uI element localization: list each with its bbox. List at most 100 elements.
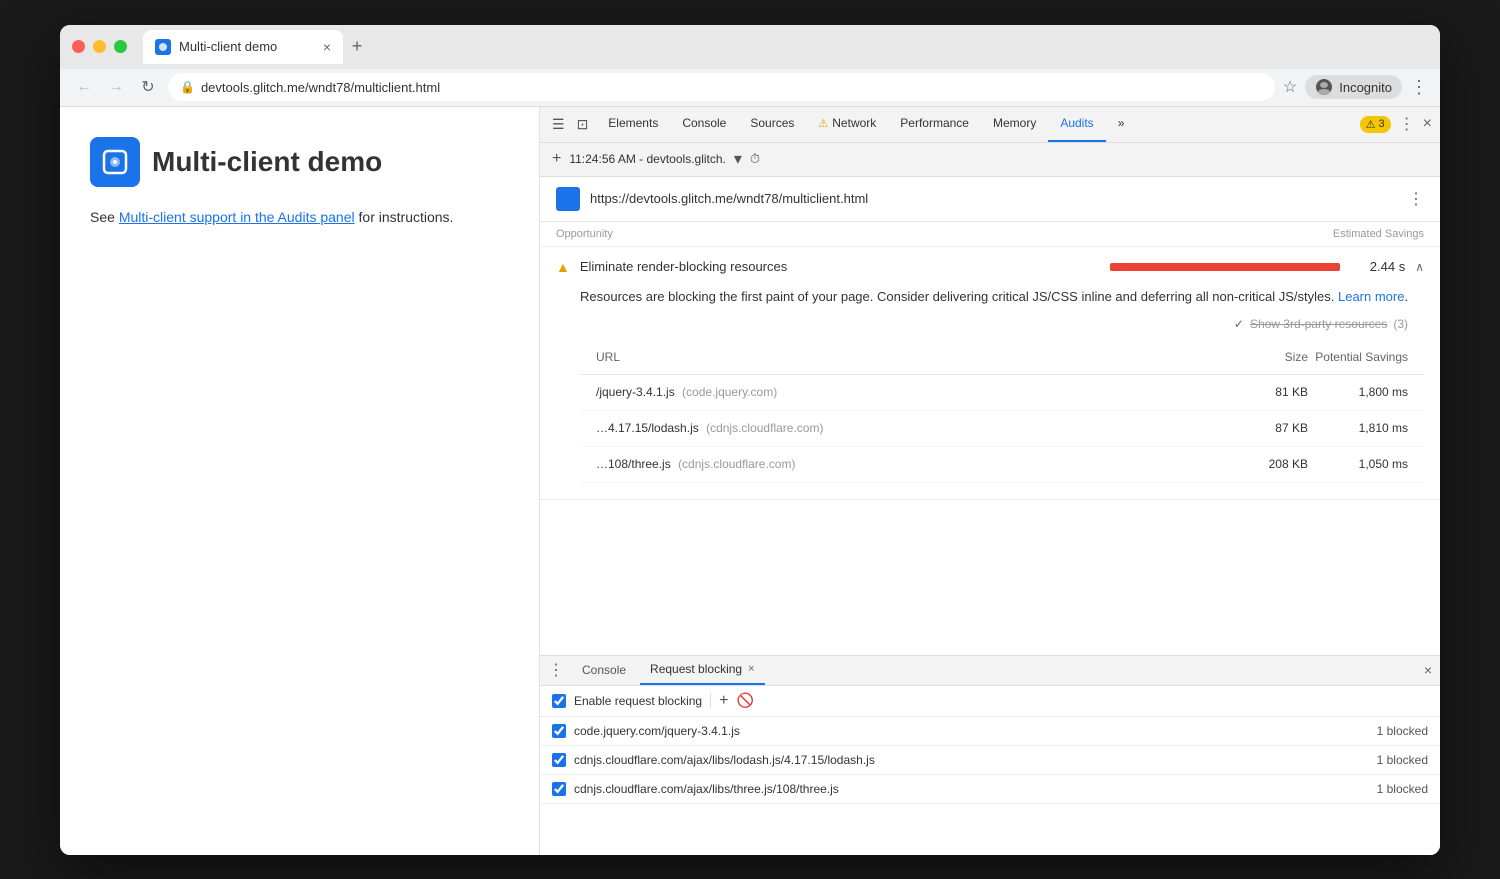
resource-row-2[interactable]: …4.17.15/lodash.js (cdnjs.cloudflare.com…	[580, 411, 1424, 447]
traffic-lights	[72, 40, 127, 53]
tab-memory-label: Memory	[993, 116, 1036, 130]
bottom-console-label: Console	[582, 663, 626, 677]
audit-savings: 2.44 s	[1370, 259, 1405, 274]
main-content: Multi-client demo See Multi-client suppo…	[60, 107, 1440, 855]
audit-item-header[interactable]: ▲ Eliminate render-blocking resources 2.…	[540, 247, 1440, 287]
bottom-panel-menu-icon[interactable]: ⋮	[548, 660, 564, 680]
rb-row-1-checkbox[interactable]	[552, 724, 566, 738]
tab-console[interactable]: Console	[670, 107, 738, 143]
tab-more[interactable]: »	[1106, 107, 1137, 143]
tab-console-label: Console	[682, 116, 726, 130]
tab-network-label: Network	[832, 116, 876, 130]
header-url: URL	[596, 348, 1228, 367]
bottom-rb-close[interactable]: ×	[748, 663, 754, 675]
enable-rb-checkbox[interactable]	[552, 694, 566, 708]
devtools-toolbar-right: ⚠ 3 ⋮ ×	[1360, 114, 1432, 134]
resource-domain-3: (cdnjs.cloudflare.com)	[678, 457, 795, 471]
rb-row-3-url: cdnjs.cloudflare.com/ajax/libs/three.js/…	[574, 782, 1369, 796]
incognito-icon	[1315, 78, 1333, 96]
tab-performance[interactable]: Performance	[888, 107, 981, 143]
devtools-content: + 11:24:56 AM - devtools.glitch. ▾ ⏱ htt…	[540, 143, 1440, 655]
audit-url-menu[interactable]: ⋮	[1408, 189, 1424, 209]
learn-more-link[interactable]: Learn more	[1338, 289, 1404, 304]
resource-url-3: …108/three.js (cdnjs.cloudflare.com)	[596, 455, 1228, 474]
logo-svg	[100, 147, 130, 177]
rb-row-1-url: code.jquery.com/jquery-3.4.1.js	[574, 724, 1369, 738]
audit-add-button[interactable]: +	[552, 150, 561, 168]
bottom-panel: ⋮ Console Request blocking × × Enable re…	[540, 655, 1440, 855]
rb-row-2-url: cdnjs.cloudflare.com/ajax/libs/lodash.js…	[574, 753, 1369, 767]
opportunity-header: Opportunity Estimated Savings	[540, 222, 1440, 247]
resource-size-2: 87 KB	[1228, 419, 1308, 438]
bottom-panel-close-button[interactable]: ×	[1424, 662, 1432, 678]
third-party-count: (3)	[1393, 315, 1408, 334]
tab-network[interactable]: ⚠ Network	[806, 107, 888, 143]
resource-row-1[interactable]: /jquery-3.4.1.js (code.jquery.com) 81 KB…	[580, 375, 1424, 411]
tab-close-button[interactable]: ×	[323, 39, 331, 55]
forward-button[interactable]: →	[104, 78, 128, 96]
resource-name-1: /jquery-3.4.1.js	[596, 385, 675, 399]
third-party-label: Show 3rd-party resources	[1250, 315, 1387, 334]
maximize-button[interactable]	[114, 40, 127, 53]
audit-bar	[1110, 263, 1340, 271]
tab-memory[interactable]: Memory	[981, 107, 1048, 143]
tab-elements[interactable]: Elements	[596, 107, 670, 143]
tab-favicon	[155, 39, 171, 55]
browser-tab[interactable]: Multi-client demo ×	[143, 30, 343, 64]
tab-sources[interactable]: Sources	[738, 107, 806, 143]
audit-dropdown-icon[interactable]: ▾	[734, 149, 742, 169]
rb-row-1[interactable]: code.jquery.com/jquery-3.4.1.js 1 blocke…	[540, 717, 1440, 746]
resource-table: URL Size Potential Savings /jquery-3.4.1…	[580, 342, 1424, 483]
warning-badge: ⚠ 3	[1360, 116, 1391, 133]
tab-audits[interactable]: Audits	[1048, 107, 1105, 143]
tab-sources-label: Sources	[750, 116, 794, 130]
devtools-dock-icon[interactable]: ☰	[548, 112, 569, 137]
address-input[interactable]: 🔒 devtools.glitch.me/wndt78/multiclient.…	[168, 73, 1275, 101]
audit-item-title: Eliminate render-blocking resources	[580, 259, 1100, 274]
browser-window: Multi-client demo × + ← → ↻ 🔒 devtools.g…	[60, 25, 1440, 855]
devtools-panel: ☰ ⊡ Elements Console Sources ⚠ Network	[540, 107, 1440, 855]
address-text: devtools.glitch.me/wndt78/multiclient.ht…	[201, 80, 440, 95]
reload-button[interactable]: ↻	[136, 77, 160, 97]
devtools-layout-icon[interactable]: ⊡	[573, 112, 593, 137]
resource-savings-1: 1,800 ms	[1308, 383, 1408, 402]
third-party-checkbox[interactable]: ✓	[1234, 315, 1244, 334]
rb-row-2[interactable]: cdnjs.cloudflare.com/ajax/libs/lodash.js…	[540, 746, 1440, 775]
address-bar: ← → ↻ 🔒 devtools.glitch.me/wndt78/multic…	[60, 69, 1440, 107]
audit-item-description: Resources are blocking the first paint o…	[580, 287, 1424, 308]
back-button[interactable]: ←	[72, 78, 96, 96]
rb-row-3-status: 1 blocked	[1377, 782, 1428, 796]
rb-row-3[interactable]: cdnjs.cloudflare.com/ajax/libs/three.js/…	[540, 775, 1440, 804]
new-tab-button[interactable]: +	[343, 33, 371, 61]
resource-row-3[interactable]: …108/three.js (cdnjs.cloudflare.com) 208…	[580, 447, 1424, 483]
tab-bar: Multi-client demo × +	[143, 30, 1428, 64]
minimize-button[interactable]	[93, 40, 106, 53]
devtools-menu-icon[interactable]: ⋮	[1399, 114, 1415, 134]
badge-warning-icon: ⚠	[1366, 118, 1376, 131]
bookmark-icon[interactable]: ☆	[1283, 77, 1297, 97]
resource-url-1: /jquery-3.4.1.js (code.jquery.com)	[596, 383, 1228, 402]
resource-domain-2: (cdnjs.cloudflare.com)	[706, 421, 823, 435]
audits-panel-link[interactable]: Multi-client support in the Audits panel	[119, 209, 355, 225]
browser-toolbar-right: ☆ Incognito ⋮	[1283, 75, 1428, 99]
audit-run-info: 11:24:56 AM - devtools.glitch.	[569, 152, 726, 166]
incognito-button[interactable]: Incognito	[1305, 75, 1402, 99]
logo-icon	[90, 137, 140, 187]
rb-add-button[interactable]: +	[719, 692, 728, 710]
rb-row-3-checkbox[interactable]	[552, 782, 566, 796]
bottom-tab-console[interactable]: Console	[572, 655, 636, 685]
audit-expand-button[interactable]: ∧	[1415, 260, 1424, 274]
tab-elements-label: Elements	[608, 116, 658, 130]
audit-bar-container	[1110, 263, 1360, 271]
bottom-tab-request-blocking[interactable]: Request blocking ×	[640, 655, 765, 685]
devtools-close-button[interactable]: ×	[1423, 115, 1432, 133]
close-button[interactable]	[72, 40, 85, 53]
page-description: See Multi-client support in the Audits p…	[90, 207, 509, 228]
browser-menu-icon[interactable]: ⋮	[1410, 77, 1428, 98]
audit-favicon	[556, 187, 580, 211]
rb-block-icon: 🚫	[736, 692, 753, 709]
audits-header: + 11:24:56 AM - devtools.glitch. ▾ ⏱	[540, 143, 1440, 177]
rb-row-2-checkbox[interactable]	[552, 753, 566, 767]
resource-domain-1: (code.jquery.com)	[682, 385, 777, 399]
more-tabs-icon: »	[1118, 116, 1125, 130]
